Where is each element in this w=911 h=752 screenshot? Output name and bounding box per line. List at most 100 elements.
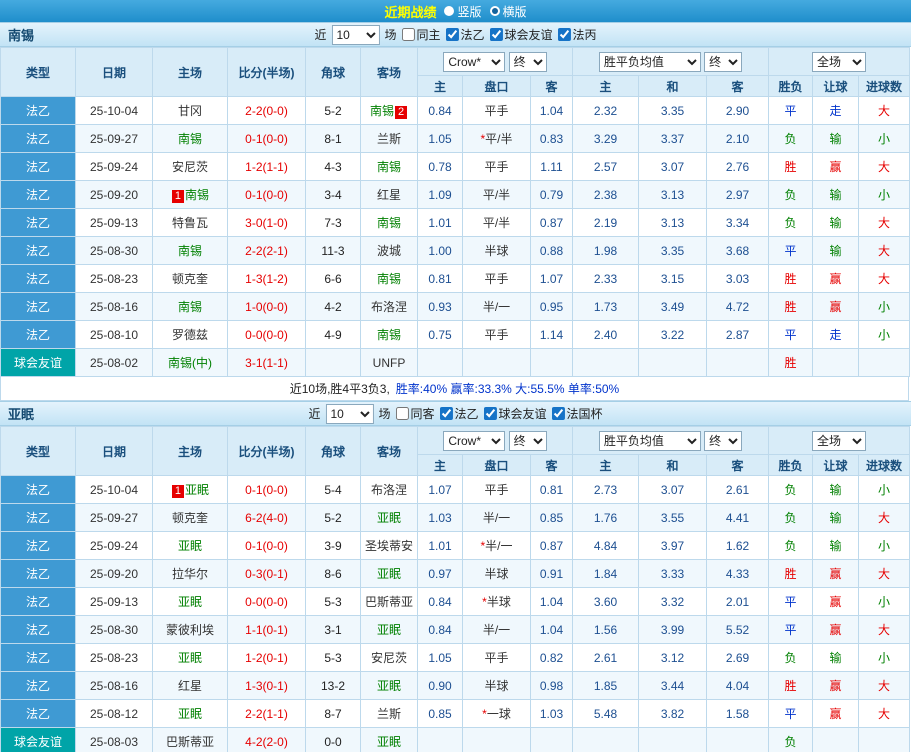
asia-away-odds-cell: 0.81 (530, 475, 573, 504)
team-link[interactable]: 南锡 (377, 216, 401, 230)
same-away-checkbox[interactable] (395, 407, 409, 420)
team-link[interactable]: 南锡 (178, 244, 202, 258)
radio-icon-vertical[interactable] (444, 6, 455, 16)
team-link[interactable]: 蒙彼利埃 (166, 623, 214, 637)
team-link[interactable]: 兰斯 (377, 707, 401, 721)
match-row: 法乙 25-09-27 南锡 0-1(0-0) 8-1 兰斯 1.05 *平/半 0.83 3.2… (0, 124, 911, 153)
europe-stage-select[interactable]: 终 (704, 430, 743, 451)
league-type-cell: 法乙 (0, 615, 76, 644)
col-goals: 进球数 (858, 75, 911, 97)
team-link[interactable]: 亚眠 (178, 707, 202, 721)
layout-option-horizontal[interactable]: 横版 (489, 3, 527, 20)
europe-odds-select[interactable]: 胜平负均值 (598, 430, 701, 451)
goals-cell: 小 (858, 124, 911, 153)
home-team-cell: 南锡(中) (152, 348, 228, 377)
filter-club-friendly[interactable]: 球会友谊 (483, 405, 547, 422)
team-link[interactable]: 甘冈 (178, 104, 202, 118)
scope-select[interactable]: 全场 (812, 430, 867, 451)
result-cell: 负 (768, 208, 814, 237)
col-euro-draw: 和 (638, 454, 707, 476)
radio-icon-horizontal[interactable] (489, 6, 500, 16)
club-friendly-checkbox[interactable] (483, 407, 497, 420)
coupe-de-france-checkbox[interactable] (551, 407, 565, 420)
team-link[interactable]: 南锡 (178, 132, 202, 146)
scope-controls: 全场 (768, 426, 911, 455)
ligue2-checkbox[interactable] (445, 28, 459, 41)
team-link[interactable]: 圣埃蒂安 (365, 539, 413, 553)
team-link[interactable]: 亚眠 (178, 539, 202, 553)
team-link[interactable]: 亚眠 (377, 623, 401, 637)
filter-club-friendly[interactable]: 球会友谊 (489, 26, 553, 43)
odds-stage-select[interactable]: 终 (508, 430, 547, 451)
team-link[interactable]: 南锡 (377, 160, 401, 174)
team-link[interactable]: 亚眠 (178, 651, 202, 665)
scope-select[interactable]: 全场 (812, 51, 867, 72)
team-link[interactable]: 红星 (178, 679, 202, 693)
same-home-checkbox[interactable] (401, 28, 415, 41)
team-link[interactable]: 亚眠 (377, 679, 401, 693)
national3-checkbox[interactable] (557, 28, 571, 41)
team-link[interactable]: 安尼茨 (371, 651, 407, 665)
away-team-cell: 南锡 (360, 264, 418, 293)
europe-odds-select[interactable]: 胜平负均值 (598, 51, 701, 72)
odds-stage-select[interactable]: 终 (508, 51, 547, 72)
team-link[interactable]: 南锡(中) (168, 356, 212, 370)
team-link[interactable]: 亚眠 (377, 735, 401, 749)
goals-cell: 大 (858, 236, 911, 265)
result-cell: 负 (768, 531, 814, 560)
league-type-cell: 法乙 (0, 559, 76, 588)
home-team-cell: 顿克奎 (152, 503, 228, 532)
asia-home-odds-cell: 1.09 (417, 180, 463, 209)
layout-option-vertical[interactable]: 竖版 (444, 3, 482, 20)
match-count-select[interactable]: 10 (331, 24, 380, 45)
team-link[interactable]: 亚眠 (377, 567, 401, 581)
match-count-select[interactable]: 10 (325, 403, 374, 424)
filter-national3[interactable]: 法丙 (557, 26, 597, 43)
date-cell: 25-08-03 (75, 727, 153, 752)
team-link[interactable]: 兰斯 (377, 132, 401, 146)
team-link[interactable]: 顿克奎 (172, 511, 208, 525)
euro-draw-odds-cell: 3.35 (638, 96, 707, 125)
team-link[interactable]: 南锡 (370, 104, 394, 118)
filter-coupe-de-france[interactable]: 法国杯 (551, 405, 603, 422)
odds-company-select[interactable]: Crow* (443, 51, 506, 72)
club-friendly-checkbox[interactable] (489, 28, 503, 41)
col-euro-away: 客 (705, 75, 770, 97)
date-cell: 25-09-24 (75, 531, 153, 560)
filter-same-away[interactable]: 同客 (395, 405, 435, 422)
asia-away-odds-cell: 1.04 (530, 96, 573, 125)
matches-table: 类型 日期 主场 比分(半场) 角球 客场 Crow* 终 胜平负均值 终 全场 (0, 426, 911, 752)
team-link[interactable]: UNFP (373, 356, 406, 370)
match-row: 法乙 25-09-13 亚眠 0-0(0-0) 5-3 巴斯蒂亚 0.84 *半球 1.04 3.… (0, 587, 911, 616)
odds-company-select[interactable]: Crow* (443, 430, 506, 451)
team-link[interactable]: 南锡 (377, 272, 401, 286)
team-link[interactable]: 罗德兹 (172, 328, 208, 342)
euro-draw-odds-cell: 3.97 (638, 531, 707, 560)
team-link[interactable]: 南锡 (377, 328, 401, 342)
team-link[interactable]: 亚眠 (377, 511, 401, 525)
team-link[interactable]: 安尼茨 (172, 160, 208, 174)
filter-ligue2[interactable]: 法乙 (439, 405, 479, 422)
euro-away-odds-cell: 2.10 (705, 124, 770, 153)
team-link[interactable]: 亚眠 (178, 595, 202, 609)
team-link[interactable]: 南锡 (178, 300, 202, 314)
team-link[interactable]: 布洛涅 (371, 300, 407, 314)
team-link[interactable]: 南锡 (185, 188, 209, 202)
europe-stage-select[interactable]: 终 (704, 51, 743, 72)
team-link[interactable]: 特鲁瓦 (172, 216, 208, 230)
team-link[interactable]: 顿克奎 (172, 272, 208, 286)
team-link[interactable]: 红星 (377, 188, 401, 202)
ligue2-checkbox[interactable] (439, 407, 453, 420)
filter-ligue2[interactable]: 法乙 (445, 26, 485, 43)
team-link[interactable]: 拉华尔 (172, 567, 208, 581)
team-link[interactable]: 亚眠 (185, 483, 209, 497)
away-team-cell: 安尼茨 (360, 643, 418, 672)
team-link[interactable]: 巴斯蒂亚 (365, 595, 413, 609)
filter-bar: 近 10 场 同客 法乙 球会友谊 法国杯 (308, 403, 603, 424)
filter-same-home[interactable]: 同主 (401, 26, 441, 43)
euro-draw-odds-cell: 3.33 (638, 559, 707, 588)
match-row: 法乙 25-08-16 南锡 1-0(0-0) 4-2 布洛涅 0.93 半/一 0.95 1.7… (0, 292, 911, 321)
team-link[interactable]: 巴斯蒂亚 (166, 735, 214, 749)
team-link[interactable]: 布洛涅 (371, 483, 407, 497)
team-link[interactable]: 波城 (377, 244, 401, 258)
